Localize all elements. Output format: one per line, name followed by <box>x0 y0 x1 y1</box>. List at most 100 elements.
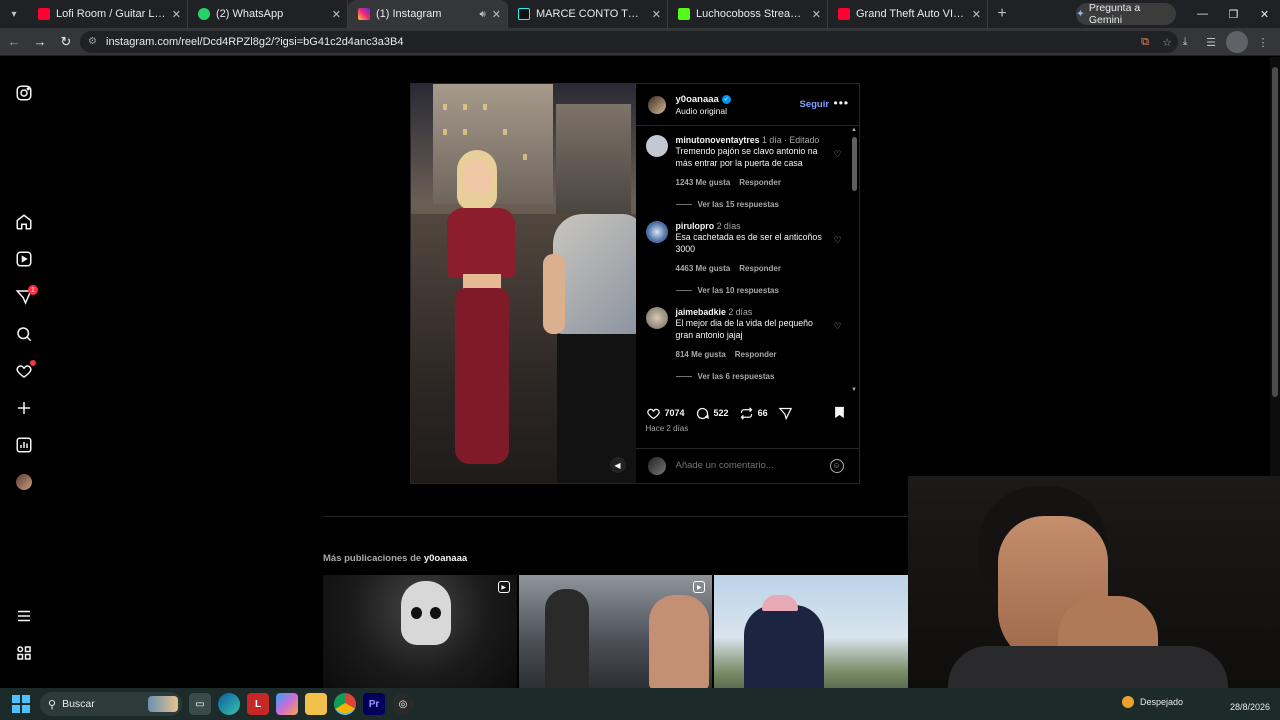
close-icon[interactable]: ✕ <box>492 8 501 21</box>
reply-button[interactable]: Responder <box>739 178 781 187</box>
view-replies-text[interactable]: Ver las 15 respuestas <box>698 200 779 209</box>
commenter-username[interactable]: pirulopro <box>676 221 715 231</box>
url-text[interactable]: instagram.com/reel/Dcd4RPZl8g2/?igsi=bG4… <box>106 36 403 48</box>
profile-avatar[interactable] <box>1226 31 1248 53</box>
post-thumbnail[interactable] <box>714 575 908 688</box>
close-icon[interactable]: ✕ <box>332 8 341 21</box>
browser-tab[interactable]: Grand Theft Auto VI: An Extend ✕ <box>828 0 988 28</box>
search-icon[interactable] <box>14 324 34 344</box>
new-tab-button[interactable]: + <box>988 5 1016 23</box>
browser-tab[interactable]: Luchocoboss Stream - Watch L ✕ <box>668 0 828 28</box>
comment-input[interactable] <box>675 460 830 471</box>
close-icon[interactable]: ✕ <box>972 8 981 21</box>
author-username[interactable]: y0oanaaa ✓ <box>676 94 731 105</box>
create-plus-icon[interactable] <box>14 398 34 418</box>
audio-label[interactable]: Audio original <box>676 106 731 116</box>
username-text[interactable]: y0oanaaa <box>676 94 719 105</box>
more-posts-username[interactable]: y0oanaaa <box>424 553 467 564</box>
chrome-icon[interactable] <box>334 693 356 715</box>
gemini-button[interactable]: ✦ Pregunta a Gemini <box>1076 2 1176 26</box>
close-icon[interactable]: ✕ <box>172 8 181 21</box>
view-replies-text[interactable]: Ver las 10 respuestas <box>698 286 779 295</box>
comment-action[interactable]: 522 <box>695 406 729 421</box>
menu-dots-icon[interactable]: ⋮ <box>1252 31 1274 53</box>
windows-start-icon[interactable] <box>12 695 30 713</box>
tab-search-button[interactable]: ▾ <box>0 0 28 28</box>
repost-icon[interactable] <box>739 406 754 421</box>
share-action[interactable] <box>778 406 793 421</box>
like-action[interactable]: 7074 <box>646 406 685 421</box>
commenter-avatar[interactable] <box>645 307 668 329</box>
comment-like-heart-icon[interactable]: ♡ <box>834 235 844 245</box>
close-window-icon[interactable]: ✕ <box>1249 0 1280 28</box>
clock-date[interactable]: 28/8/2026 <box>1230 702 1270 712</box>
reply-button[interactable]: Responder <box>735 350 777 359</box>
repost-action[interactable]: 66 <box>739 406 768 421</box>
comment-likes[interactable]: 4463 Me gusta <box>676 264 731 273</box>
volume-icon[interactable]: ◀︎ <box>609 457 626 473</box>
reels-icon[interactable] <box>14 249 34 269</box>
close-icon[interactable]: ✕ <box>652 8 661 21</box>
comment-count[interactable]: 522 <box>714 408 729 418</box>
forward-arrow-icon[interactable]: → <box>28 30 52 54</box>
profile-icon[interactable] <box>14 472 34 492</box>
commenter-username[interactable]: minutonoventaytres <box>676 135 760 145</box>
task-view-icon[interactable]: ▭ <box>189 693 211 715</box>
author-avatar[interactable] <box>647 95 666 114</box>
commenter-avatar[interactable] <box>645 135 668 157</box>
copilot-icon[interactable] <box>276 693 298 715</box>
maximize-icon[interactable]: ❐ <box>1218 0 1249 28</box>
edge-icon[interactable] <box>218 693 240 715</box>
emoji-icon[interactable]: ☺ <box>829 458 844 473</box>
repost-count[interactable]: 66 <box>758 408 768 418</box>
file-explorer-icon[interactable] <box>305 693 327 715</box>
scroll-down-arrow-icon[interactable]: ▼ <box>851 387 858 393</box>
premiere-icon[interactable]: Pr <box>363 693 385 715</box>
comment-bubble-icon[interactable] <box>695 406 710 421</box>
comments-scrollbar[interactable]: ▲ ▼ <box>851 127 858 393</box>
notifications-heart-icon[interactable] <box>14 360 36 381</box>
browser-tab[interactable]: MARCE CONTO TODO SOBRE E ✕ <box>508 0 668 28</box>
share-send-icon[interactable] <box>778 406 793 421</box>
comment-likes[interactable]: 814 Me gusta <box>676 350 726 359</box>
home-icon[interactable] <box>14 212 34 232</box>
page-scrollbar-thumb[interactable] <box>1272 67 1278 397</box>
view-replies-button[interactable]: Ver las 15 respuestas <box>675 200 826 209</box>
comment-likes[interactable]: 1243 Me gusta <box>676 178 731 187</box>
speaker-icon[interactable]: 🔊︎ <box>479 9 485 20</box>
instagram-logo-icon[interactable] <box>14 83 34 103</box>
obs-icon[interactable]: ◎ <box>392 693 414 715</box>
view-replies-button[interactable]: Ver las 6 respuestas <box>675 372 826 381</box>
dashboard-icon[interactable] <box>14 435 34 455</box>
reload-icon[interactable]: ↻ <box>54 30 78 54</box>
browser-tab[interactable]: (2) WhatsApp ✕ <box>188 0 348 28</box>
also-from-meta-icon[interactable] <box>14 643 34 663</box>
browser-tab-active[interactable]: (1) Instagram 🔊︎ ✕ <box>348 0 508 28</box>
app-l-icon[interactable]: L <box>247 693 269 715</box>
view-replies-button[interactable]: Ver las 10 respuestas <box>675 286 826 295</box>
site-info-icon[interactable]: ⚙ <box>88 36 100 48</box>
view-replies-text[interactable]: Ver las 6 respuestas <box>698 372 775 381</box>
back-arrow-icon[interactable]: ← <box>2 30 26 54</box>
more-menu-icon[interactable] <box>14 606 34 626</box>
post-thumbnail[interactable]: ▶ <box>323 575 517 688</box>
scroll-up-arrow-icon[interactable]: ▲ <box>851 127 858 133</box>
install-app-icon[interactable]: ⧉ <box>1136 31 1154 53</box>
download-icon[interactable]: ⤓ <box>1174 31 1196 53</box>
taskbar-search[interactable]: ⚲ Buscar <box>40 692 182 716</box>
more-options-icon[interactable]: ••• <box>834 96 850 110</box>
close-icon[interactable]: ✕ <box>812 8 821 21</box>
reply-button[interactable]: Responder <box>739 264 781 273</box>
follow-button[interactable]: Seguir <box>800 99 830 110</box>
post-thumbnail[interactable]: ▶ <box>518 575 713 688</box>
tab-search-icon[interactable]: ☰ <box>1200 31 1222 53</box>
minimize-icon[interactable]: — <box>1187 0 1218 28</box>
like-count[interactable]: 7074 <box>665 408 685 418</box>
post-timestamp[interactable]: Hace 2 días <box>646 424 689 433</box>
comment-like-heart-icon[interactable]: ♡ <box>834 321 844 331</box>
commenter-username[interactable]: jaimebadkie <box>676 307 726 317</box>
comment-like-heart-icon[interactable]: ♡ <box>834 149 844 159</box>
browser-tab[interactable]: Lofi Room / Guitar Lofi / C ✕ <box>28 0 188 28</box>
reel-video[interactable]: ◀︎ <box>411 84 636 483</box>
save-bookmark-icon[interactable] <box>832 405 847 425</box>
